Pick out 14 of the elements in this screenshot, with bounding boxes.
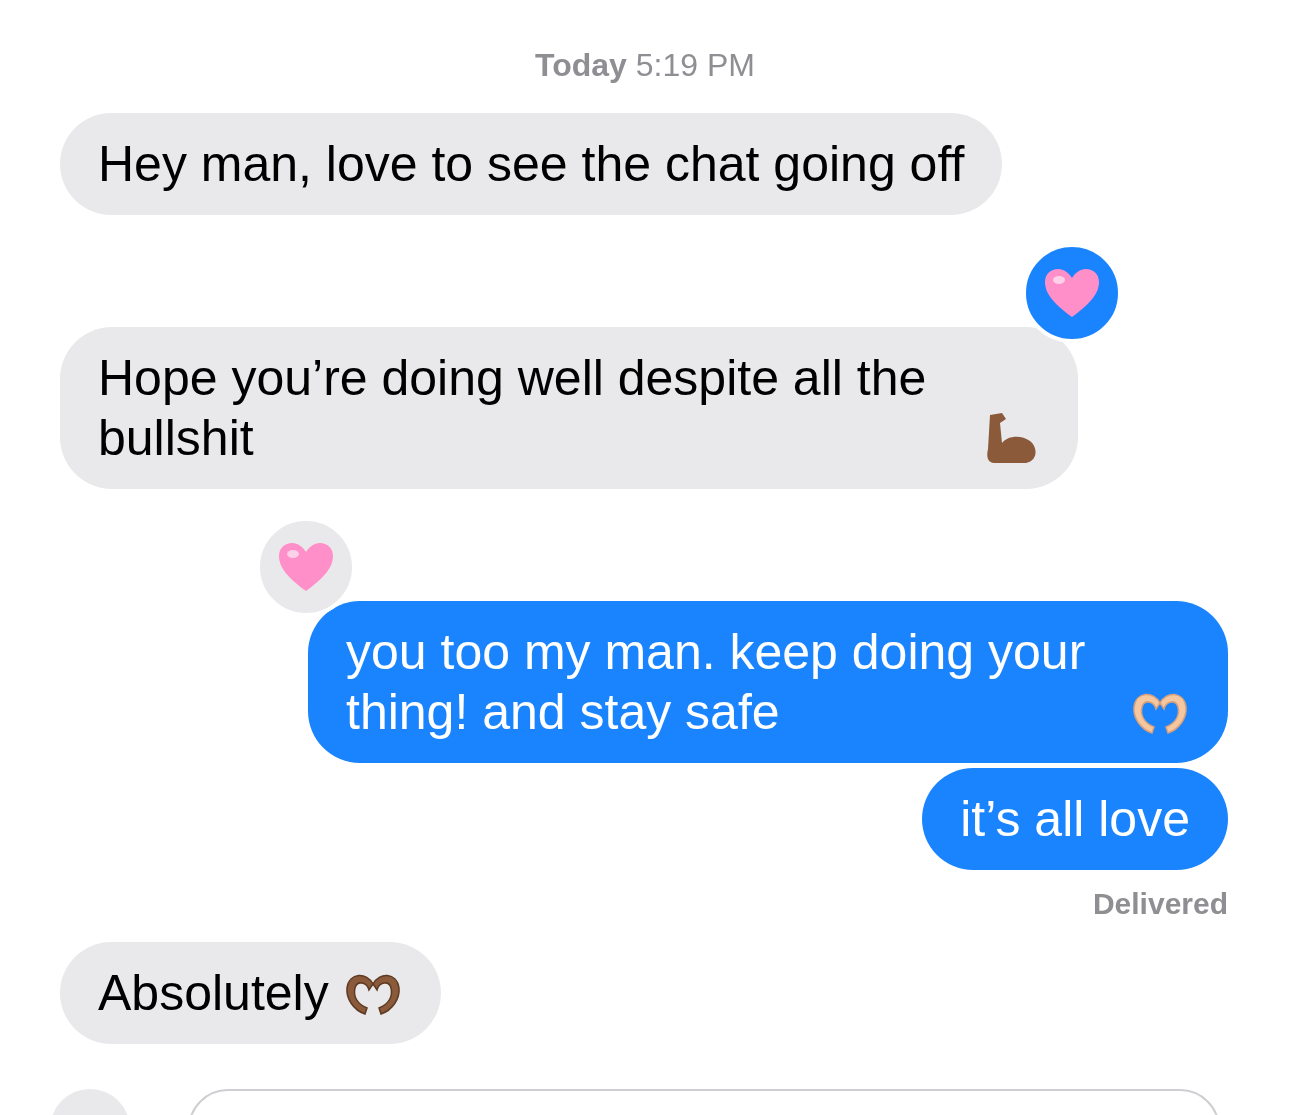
message-text: Hey man, love to see the chat going off — [98, 135, 965, 194]
received-message-bubble[interactable]: Hey man, love to see the chat going off — [60, 113, 1003, 215]
message-text: Hope you’re doing well despite all the bullshit — [98, 349, 928, 468]
received-message-bubble[interactable]: Hope you’re doing well despite all the bullshit — [60, 327, 1078, 489]
sent-message-bubble[interactable]: you too my man. keep doing your thing! and stay safe — [308, 601, 1228, 763]
heart-icon — [277, 541, 335, 593]
message-text: it’s all love — [960, 790, 1190, 849]
message-text: you too my man. keep doing your thing! and stay safe — [346, 623, 1087, 742]
sent-message-bubble[interactable]: it’s all love — [922, 768, 1228, 870]
delivery-status: Delivered — [1092, 886, 1228, 922]
heart-icon — [1043, 267, 1101, 319]
message-text: Absolutely — [98, 964, 329, 1023]
received-message-bubble[interactable]: Absolutely — [60, 942, 441, 1044]
timestamp: Today 5:19 PM — [535, 47, 755, 83]
